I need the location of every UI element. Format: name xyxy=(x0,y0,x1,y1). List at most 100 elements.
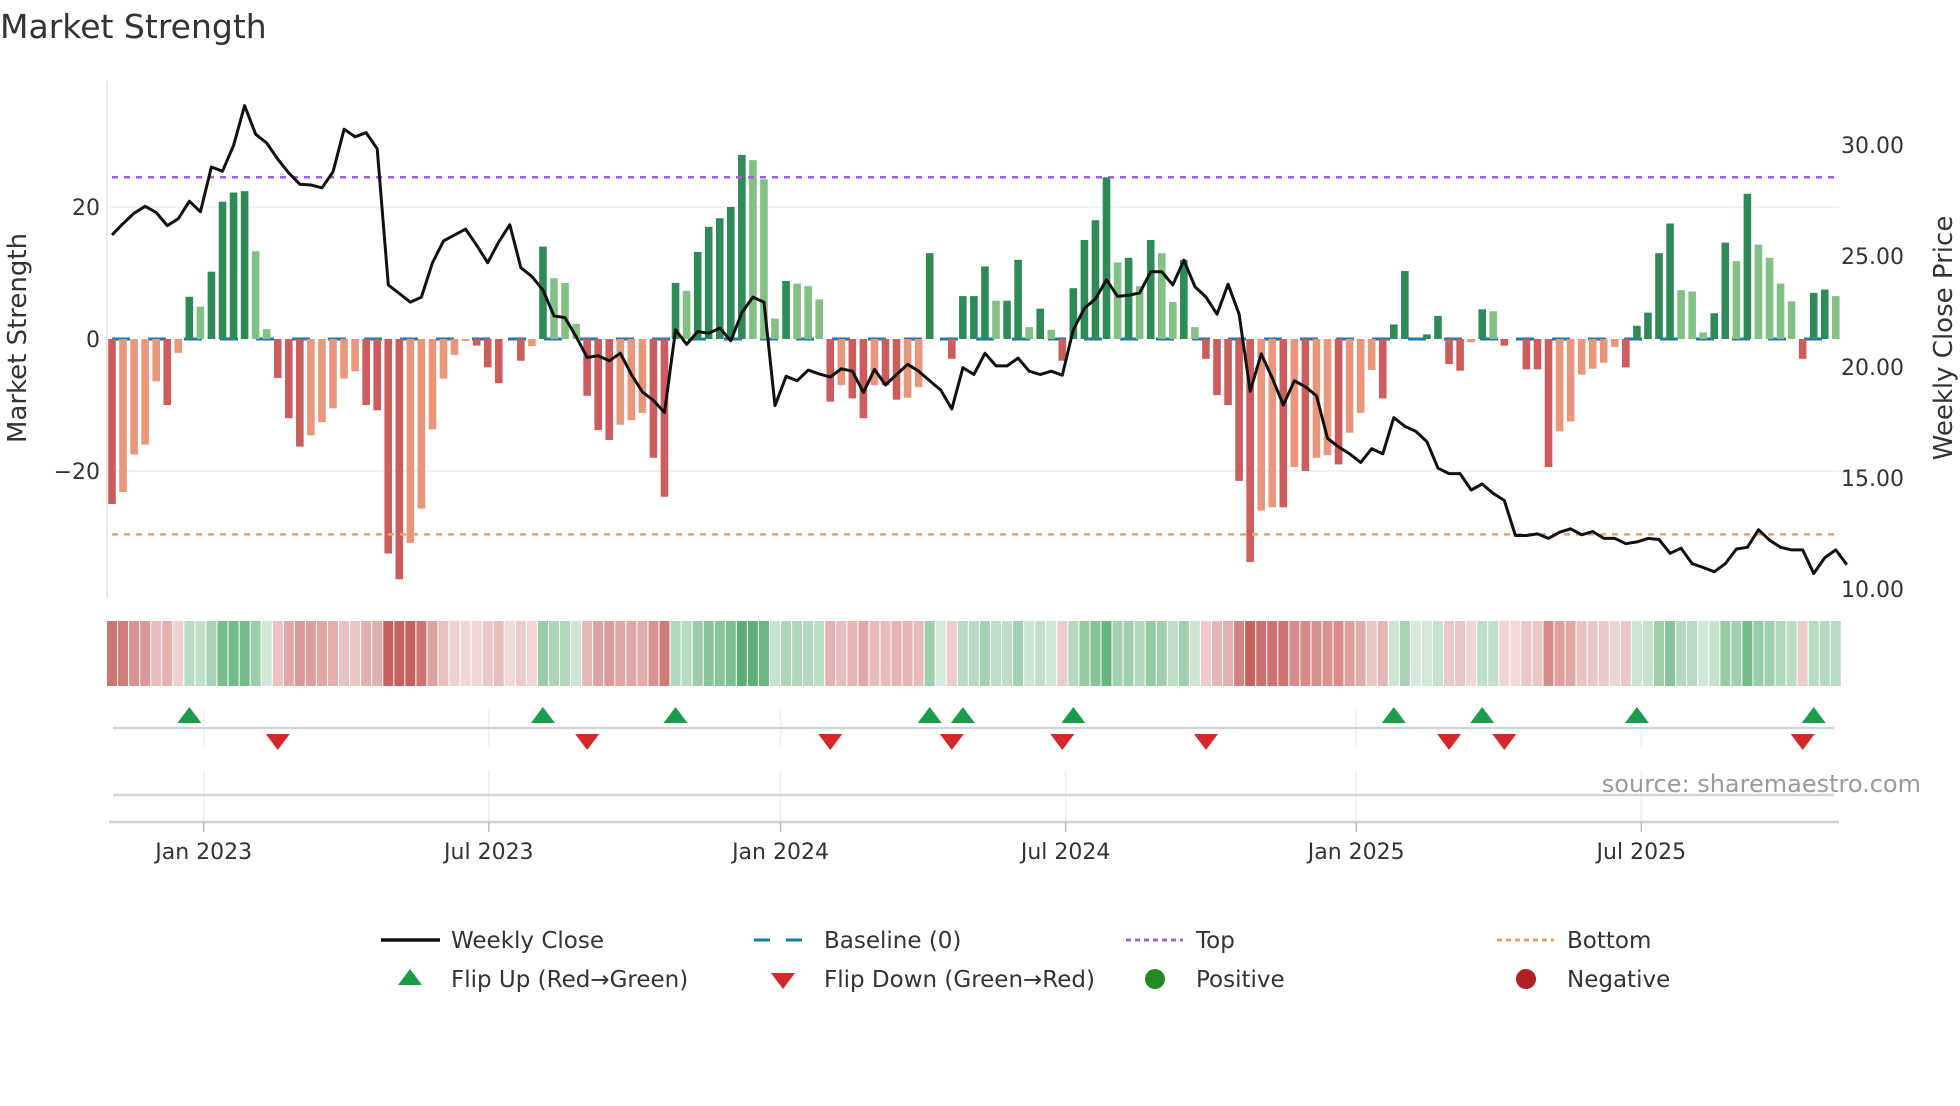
strength-bar xyxy=(1290,339,1299,468)
strip-cell xyxy=(283,621,294,686)
strength-bar xyxy=(1721,242,1730,339)
strength-bar xyxy=(1003,300,1011,339)
strip-cell xyxy=(515,621,526,686)
strength-bar xyxy=(771,318,779,339)
strip-cell xyxy=(427,621,438,686)
legend: Weekly Close Baseline (0) Top Bottom Flip Up… xyxy=(381,928,1670,993)
triangle-down-icon xyxy=(771,973,795,989)
strip-cell xyxy=(1676,621,1687,686)
strip-cell xyxy=(1488,621,1499,686)
strip-cell xyxy=(1079,621,1090,686)
strength-bar xyxy=(561,282,569,339)
strip-cell xyxy=(615,621,626,686)
strip-cell xyxy=(1355,621,1366,686)
strength-bar xyxy=(1180,259,1188,339)
strength-bar xyxy=(594,339,602,431)
strip-cell xyxy=(803,621,814,686)
strip-cell xyxy=(1057,621,1068,686)
strip-cell xyxy=(1620,621,1631,686)
strength-bar xyxy=(1732,261,1741,339)
strip-cell xyxy=(1178,621,1189,686)
strip-cell xyxy=(1145,621,1156,686)
strength-bar xyxy=(1423,334,1431,339)
strip-cell xyxy=(372,621,383,686)
strip-cell xyxy=(747,621,758,686)
strength-bar xyxy=(285,339,293,419)
strip-cell xyxy=(1654,621,1664,686)
strip-cell xyxy=(482,621,493,686)
strip-cell xyxy=(272,621,283,686)
legend-item-positive: Positive xyxy=(1145,967,1285,993)
strength-bar xyxy=(1191,327,1199,339)
strip-cell xyxy=(1698,621,1709,686)
strength-bar xyxy=(1500,339,1509,346)
strip-cell xyxy=(1322,621,1333,686)
flip-down-marker xyxy=(1790,734,1815,750)
strip-cell xyxy=(537,621,548,686)
strip-cell xyxy=(1234,621,1245,686)
strip-cell xyxy=(1156,621,1167,686)
strip-cell xyxy=(858,621,869,686)
strip-cell xyxy=(162,621,173,686)
strip-cell xyxy=(394,621,405,686)
strength-bar xyxy=(351,339,359,372)
strength-bar xyxy=(1058,339,1067,361)
strip-cell xyxy=(1013,621,1024,686)
strength-bar xyxy=(262,329,271,339)
strength-bar xyxy=(1809,292,1818,339)
strip-cell xyxy=(571,621,582,686)
strength-bar xyxy=(992,300,1000,339)
strength-bar xyxy=(1091,220,1100,339)
strip-cell xyxy=(991,621,1001,686)
y2-axis-ticks: 30.00 25.00 20.00 15.00 10.00 xyxy=(1841,134,1904,603)
strength-bar xyxy=(384,339,393,554)
strength-bar xyxy=(749,160,757,339)
strip-cell xyxy=(814,621,825,686)
strip-cell xyxy=(549,621,559,686)
strip-cell xyxy=(1344,621,1355,686)
strength-bar xyxy=(704,226,713,339)
strength-bar xyxy=(693,251,702,339)
strip-cell xyxy=(1212,621,1222,686)
strip-cell xyxy=(1024,621,1035,686)
strength-bar xyxy=(108,339,116,504)
strength-bar xyxy=(1588,339,1597,369)
strength-bar xyxy=(1489,311,1498,339)
legend-label: Flip Up (Red→Green) xyxy=(451,967,688,993)
circle-icon xyxy=(1145,969,1165,989)
strength-bar xyxy=(1047,329,1056,339)
strength-bar xyxy=(461,339,470,341)
strip-cell xyxy=(836,621,847,686)
source-note: source: sharemaestro.com xyxy=(1602,770,1921,798)
legend-label: Bottom xyxy=(1567,928,1651,954)
strength-bar xyxy=(981,266,989,339)
strip-cell xyxy=(1819,621,1830,686)
strip-cell xyxy=(1267,621,1278,686)
strip-cell xyxy=(1587,621,1598,686)
strength-bar xyxy=(859,339,868,419)
chart-title: Market Strength xyxy=(0,7,267,46)
strength-bar xyxy=(1765,257,1774,339)
strength-bar xyxy=(1169,302,1177,339)
strip-cell xyxy=(1256,621,1267,686)
strength-bar xyxy=(583,339,591,396)
strength-bar xyxy=(130,339,138,455)
strip-cell xyxy=(438,621,449,686)
strength-bar xyxy=(1080,240,1089,339)
strength-bar xyxy=(1688,291,1696,339)
strip-cell xyxy=(1444,621,1455,686)
triangle-up-icon xyxy=(398,969,422,985)
strip-cell xyxy=(648,621,659,686)
strength-bar xyxy=(1401,271,1409,339)
strip-cell xyxy=(1377,621,1388,686)
strip-cell xyxy=(1576,621,1587,686)
strip-cell xyxy=(891,621,902,686)
legend-item-negative: Negative xyxy=(1516,967,1670,993)
strength-bar xyxy=(1124,257,1133,339)
strength-bar xyxy=(185,296,194,339)
strip-cell xyxy=(305,621,316,686)
strength-bar xyxy=(1677,290,1685,339)
y-axis-label: Market Strength xyxy=(3,233,33,443)
strip-cell xyxy=(1090,621,1101,686)
strength-bar xyxy=(715,218,724,339)
